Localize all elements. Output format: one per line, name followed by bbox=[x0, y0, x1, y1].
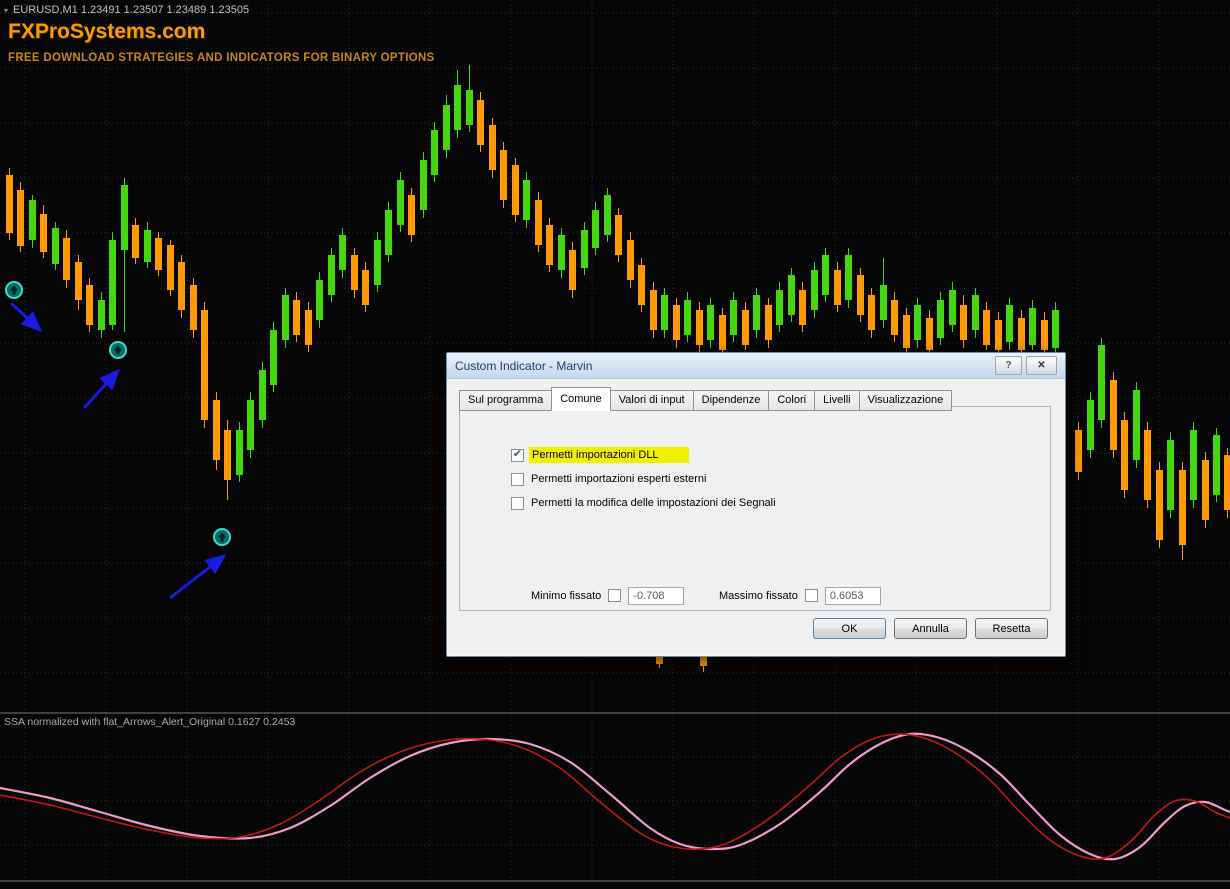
help-icon[interactable]: ? bbox=[995, 356, 1022, 375]
fixed-min-label: Minimo fissato bbox=[531, 589, 602, 602]
external-experts-row: Permetti importazioni esperti esterni bbox=[511, 471, 706, 487]
fixed-min-input[interactable] bbox=[628, 586, 685, 605]
external-experts-label: Permetti importazioni esperti esterni bbox=[531, 473, 707, 485]
dialog-title: Custom Indicator - Marvin bbox=[455, 358, 593, 373]
ok-button[interactable]: OK bbox=[813, 618, 886, 639]
tab-valori-di-input[interactable]: Valori di input bbox=[609, 390, 694, 411]
brand-subtitle: FREE DOWNLOAD STRATEGIES AND INDICATORS … bbox=[8, 52, 435, 64]
indicator-name-label: SSA normalized with flat_Arrows_Alert_Or… bbox=[4, 716, 296, 728]
signals-settings-label: Permetti la modifica delle impostazioni … bbox=[531, 497, 776, 509]
external-experts-checkbox[interactable] bbox=[511, 472, 524, 486]
dll-import-row: ✔ Permetti importazioni DLL bbox=[511, 447, 689, 463]
symbol-ohlc-label: ▾ EURUSD,M1 1.23491 1.23507 1.23489 1.23… bbox=[4, 4, 249, 16]
custom-indicator-dialog: Custom Indicator - Marvin ? ✕ Sul progra… bbox=[446, 352, 1066, 657]
close-icon[interactable]: ✕ bbox=[1026, 356, 1057, 375]
tab-livelli[interactable]: Livelli bbox=[814, 390, 860, 411]
resetta-button[interactable]: Resetta bbox=[975, 618, 1048, 639]
chart-expand-icon[interactable]: ▾ bbox=[4, 6, 8, 15]
tab-dipendenze[interactable]: Dipendenze bbox=[692, 390, 770, 411]
mt4-window: ▾ EURUSD,M1 1.23491 1.23507 1.23489 1.23… bbox=[0, 0, 1230, 889]
tab-comune[interactable]: Comune bbox=[551, 387, 611, 411]
tab-sul-programma[interactable]: Sul programma bbox=[459, 390, 553, 411]
fixed-max-label: Massimo fissato bbox=[719, 589, 798, 602]
brand-title: FXProSystems.com bbox=[8, 20, 206, 43]
fixed-max-group: Massimo fissato bbox=[719, 586, 881, 605]
fixed-min-checkbox[interactable] bbox=[608, 589, 622, 602]
signals-settings-checkbox[interactable] bbox=[511, 496, 524, 510]
fixed-max-input[interactable] bbox=[824, 586, 881, 605]
dialog-tabs: Sul programma Comune Valori di input Dip… bbox=[459, 387, 953, 411]
fixed-max-checkbox[interactable] bbox=[804, 589, 818, 602]
check-icon: ✔ bbox=[512, 448, 523, 460]
dll-import-checkbox[interactable]: ✔ bbox=[511, 448, 524, 462]
signals-settings-row: Permetti la modifica delle impostazioni … bbox=[511, 495, 776, 511]
tab-colori[interactable]: Colori bbox=[768, 390, 816, 411]
fixed-min-group: Minimo fissato bbox=[531, 586, 685, 605]
dll-import-label: Permetti importazioni DLL bbox=[529, 447, 689, 463]
annulla-button[interactable]: Annulla bbox=[894, 618, 967, 639]
dialog-titlebar[interactable]: Custom Indicator - Marvin ? ✕ bbox=[447, 353, 1065, 379]
symbol-ohlc-text: EURUSD,M1 1.23491 1.23507 1.23489 1.2350… bbox=[13, 4, 250, 16]
tab-visualizzazione[interactable]: Visualizzazione bbox=[858, 390, 953, 411]
